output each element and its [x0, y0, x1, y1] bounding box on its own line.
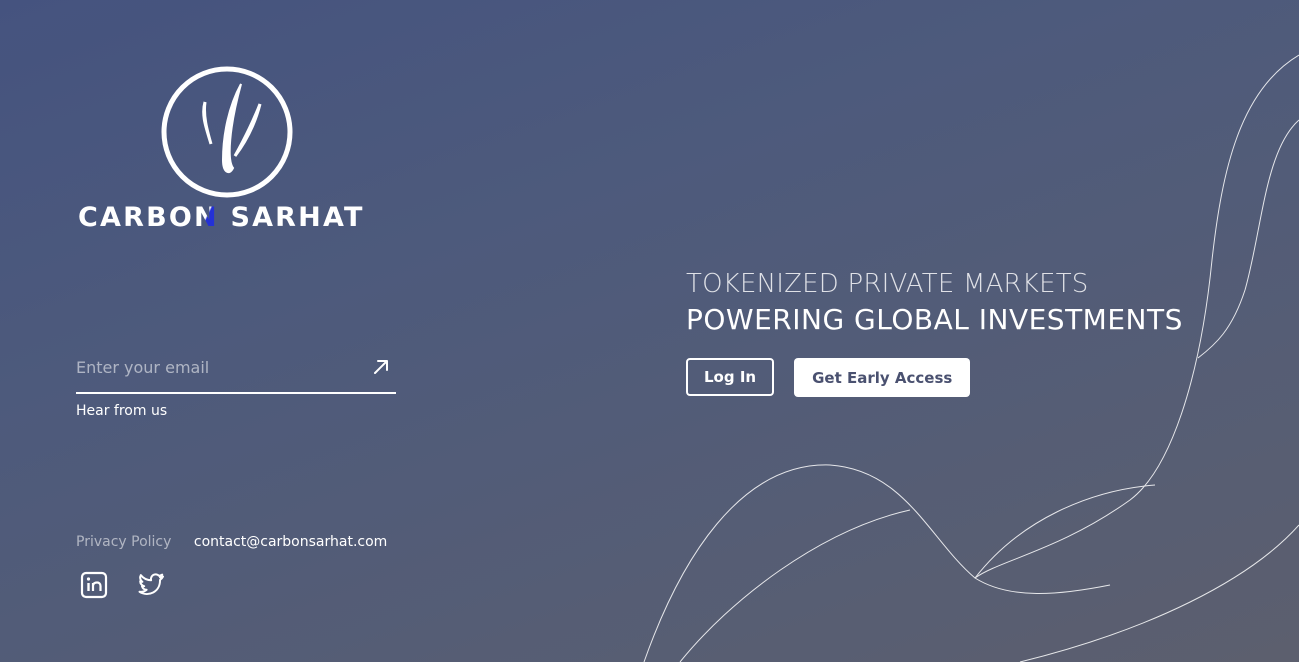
subscribe-form: [76, 350, 396, 394]
carbon-sarhat-emblem-icon: [161, 66, 293, 198]
brand-wordmark-part1: CARBO: [78, 202, 195, 233]
brand-wordmark-part2: SARHAT: [218, 202, 365, 233]
hero-tagline: TOKENIZED PRIVATE MARKETS POWERING GLOBA…: [686, 267, 1183, 339]
footer-links: Privacy Policy contact@carbonsarhat.com: [76, 534, 387, 550]
login-button[interactable]: Log In: [686, 358, 775, 396]
linkedin-icon[interactable]: [80, 571, 110, 599]
arrow-up-right-icon[interactable]: [372, 358, 390, 376]
brand-logo: CARBON SARHAT: [78, 64, 378, 240]
hero-tagline-line2: POWERING GLOBAL INVESTMENTS: [686, 303, 1183, 336]
hero-tagline-line1: TOKENIZED PRIVATE MARKETS: [686, 269, 1089, 299]
brand-wordmark: CARBON SARHAT: [78, 202, 365, 233]
get-early-access-button[interactable]: Get Early Access: [794, 358, 971, 397]
social-links: [80, 571, 166, 599]
contact-email-link[interactable]: contact@carbonsarhat.com: [194, 534, 387, 550]
email-input[interactable]: [76, 350, 356, 384]
twitter-icon[interactable]: [136, 571, 166, 599]
hero-actions: Log In Get Early Access: [686, 358, 971, 397]
brand-wordmark-accent-letter: N: [194, 202, 219, 233]
privacy-policy-link[interactable]: Privacy Policy: [76, 534, 171, 550]
subscribe-caption: Hear from us: [76, 403, 168, 419]
